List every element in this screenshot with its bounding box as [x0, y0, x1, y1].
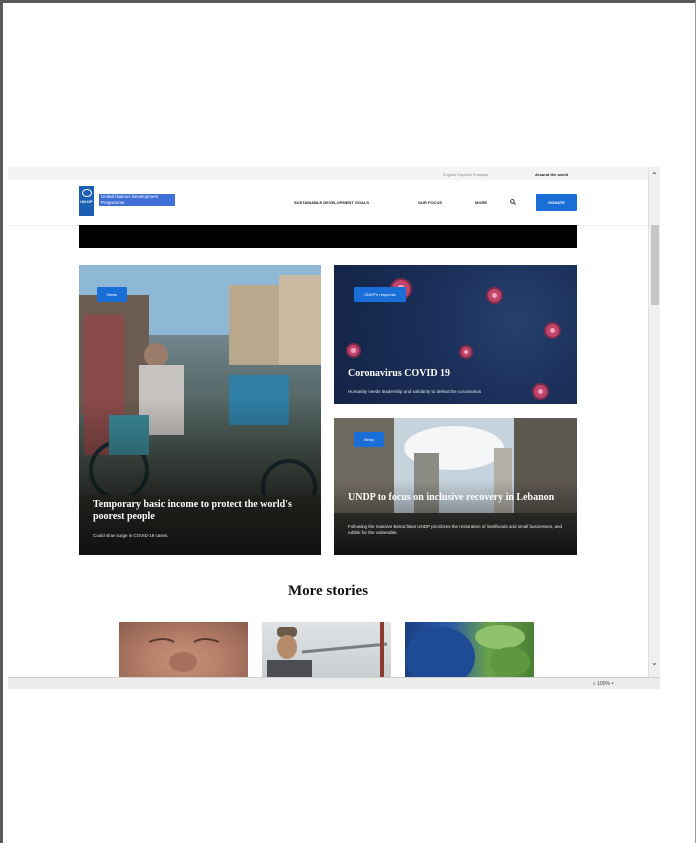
story-thumbnail[interactable]: [262, 622, 391, 677]
around-the-world-link[interactable]: Around the world: [535, 172, 568, 177]
scroll-down-arrow-icon[interactable]: ⌄: [651, 659, 658, 667]
virus-graphic-icon: [346, 343, 361, 358]
scrollbar-thumb[interactable]: [651, 225, 659, 305]
card-shade: [334, 479, 577, 555]
card-title[interactable]: Temporary basic income to protect the wo…: [93, 499, 303, 523]
utility-bar: English Español Français Around the worl…: [8, 167, 648, 180]
un-emblem-icon: [81, 189, 92, 197]
search-icon[interactable]: [510, 199, 516, 205]
more-stories-heading: More stories: [287, 583, 369, 599]
thumbnail-photo-man: [267, 622, 388, 677]
news-tag[interactable]: News: [97, 287, 127, 302]
undp-response-tag[interactable]: UNDP's response: [354, 287, 406, 302]
nav-item-our-focus[interactable]: OUR FOCUS: [418, 200, 442, 205]
thumbnail-photo-face: [148, 638, 220, 672]
vertical-scrollbar[interactable]: ⌃ ⌄: [648, 167, 660, 677]
donate-button[interactable]: DONATE: [536, 194, 577, 211]
card-title[interactable]: UNDP to focus on inclusive recovery in L…: [348, 492, 563, 504]
zoom-control[interactable]: ⌕ 100% ▾: [593, 681, 614, 687]
status-bar: ⌕ 100% ▾: [8, 677, 660, 689]
story-thumbnail[interactable]: [119, 622, 248, 677]
story-thumbnail[interactable]: [405, 622, 534, 677]
card-subtitle: Following the massive Beirut blast UNDP …: [348, 524, 563, 535]
zoom-icon: ⌕: [593, 681, 596, 687]
language-links[interactable]: English Español Français: [443, 172, 488, 177]
card-subtitle: Could slow surge in COVID-19 cases.: [93, 533, 169, 538]
thumbnail-photo-plant: [405, 625, 530, 677]
browser-viewport: English Español Français Around the worl…: [8, 167, 660, 689]
virus-graphic-icon: [486, 287, 503, 304]
undp-logo[interactable]: UN DP: [79, 186, 94, 216]
zoom-dropdown-icon[interactable]: ▾: [611, 681, 613, 687]
scroll-up-arrow-icon[interactable]: ⌃: [651, 172, 658, 180]
card-shade: [79, 395, 321, 555]
zoom-level: 100%: [597, 681, 610, 687]
web-page: English Español Français Around the worl…: [8, 167, 648, 677]
virus-graphic-icon: [544, 322, 561, 339]
virus-graphic-icon: [459, 345, 473, 359]
nav-item-more[interactable]: MORE: [475, 200, 487, 205]
card-title[interactable]: Coronavirus COVID 19: [348, 368, 563, 380]
story-card-covid[interactable]: UNDP's response Coronavirus COVID 19 Hum…: [334, 265, 577, 404]
logo-letters: UN DP: [80, 199, 93, 204]
nav-item-sdg[interactable]: SUSTAINABLE DEVELOPMENT GOALS: [294, 200, 369, 205]
logo-text[interactable]: United Nations Development Programme: [99, 194, 175, 206]
card-subtitle: Humanity needs leadership and solidarity…: [348, 389, 482, 394]
banner-bar: [79, 225, 577, 248]
site-header: UN DP United Nations Development Program…: [8, 180, 648, 226]
story-card-lebanon[interactable]: News UNDP to focus on inclusive recovery…: [334, 418, 577, 555]
story-card-basic-income[interactable]: News Temporary basic income to protect t…: [79, 265, 321, 555]
news-tag[interactable]: News: [354, 432, 384, 447]
